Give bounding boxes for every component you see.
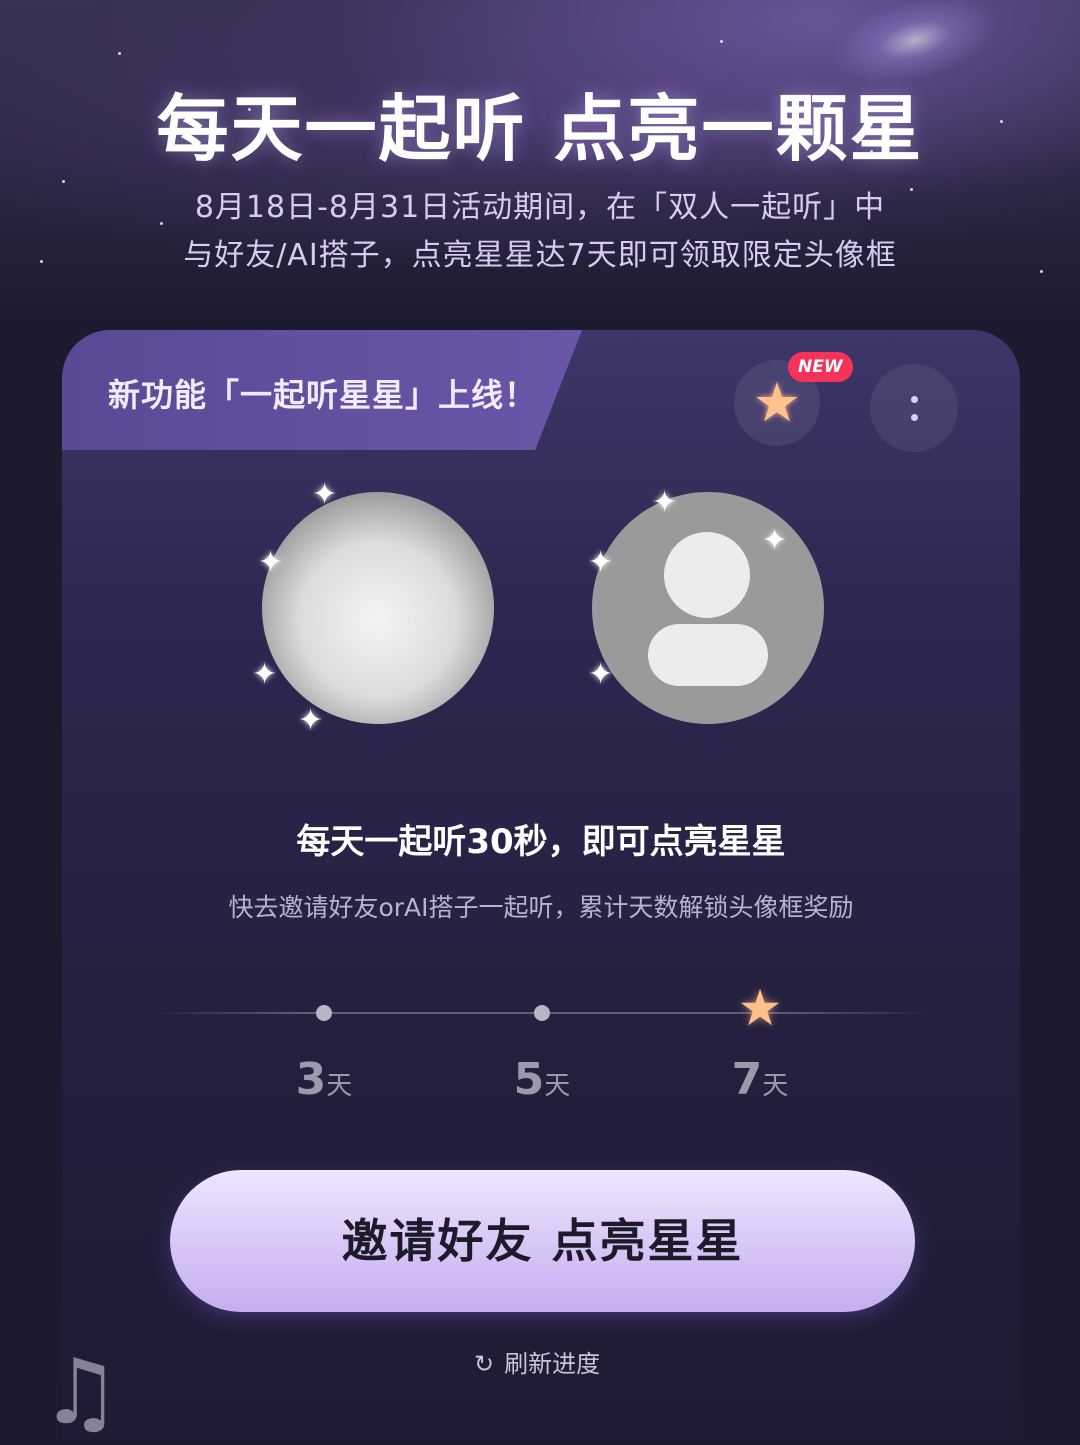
invite-friend-button[interactable]: 邀请好友 点亮星星 <box>170 1170 915 1312</box>
music-note-icon: ♫ <box>40 1340 121 1445</box>
more-options-button[interactable] <box>870 364 958 452</box>
page-headline: 每天一起听 点亮一颗星 <box>156 86 924 171</box>
milestone-label: 7天 <box>731 1054 789 1105</box>
invite-partner-avatar[interactable] <box>592 492 824 724</box>
activity-subtitle-line2: 与好友/AI搭子，点亮星星达7天即可领取限定头像框 <box>183 238 897 273</box>
sparkle-icon: ✦ <box>252 657 278 692</box>
star-dot <box>118 52 121 55</box>
card-title: 每天一起听30秒，即可点亮星星 <box>296 822 786 862</box>
milestone-label: 3天 <box>295 1054 353 1105</box>
star-dot <box>720 40 723 43</box>
sparkle-icon: ✦ <box>762 523 788 558</box>
milestone-7-star-icon: ★ <box>737 979 783 1037</box>
feature-banner-text: 新功能「一起听星星」上线！ <box>108 376 538 414</box>
invite-friend-button-label: 邀请好友 点亮星星 <box>341 1214 744 1268</box>
milestone-3-dot <box>316 1005 332 1021</box>
activity-subtitle-line1: 8月18日-8月31日活动期间，在「双人一起听」中 <box>194 190 886 225</box>
sparkle-icon: ✦ <box>298 703 324 738</box>
refresh-icon: ↻ <box>474 1350 495 1378</box>
person-placeholder-icon <box>664 532 750 618</box>
card-description: 快去邀请好友orAI搭子一起听，累计天数解锁头像框奖励 <box>228 893 854 922</box>
sparkle-icon: ✦ <box>312 477 338 512</box>
sparkle-icon: ✦ <box>588 545 614 580</box>
new-badge: NEW <box>788 352 853 382</box>
refresh-progress-button[interactable]: ↻ 刷新进度 <box>474 1346 600 1382</box>
sparkle-icon: ✦ <box>588 657 614 692</box>
user-avatar[interactable] <box>262 492 494 724</box>
sparkle-icon: ✦ <box>258 545 284 580</box>
listen-together-card: 新功能「一起听星星」上线！ ★ NEW ✦ ✦ ✦ ✦ ✦ ✦ ✦ ✦ 每天一起… <box>62 330 1020 1440</box>
sparkle-icon: ✦ <box>652 485 678 520</box>
milestone-5-dot <box>534 1005 550 1021</box>
milestone-label: 5天 <box>513 1054 571 1105</box>
